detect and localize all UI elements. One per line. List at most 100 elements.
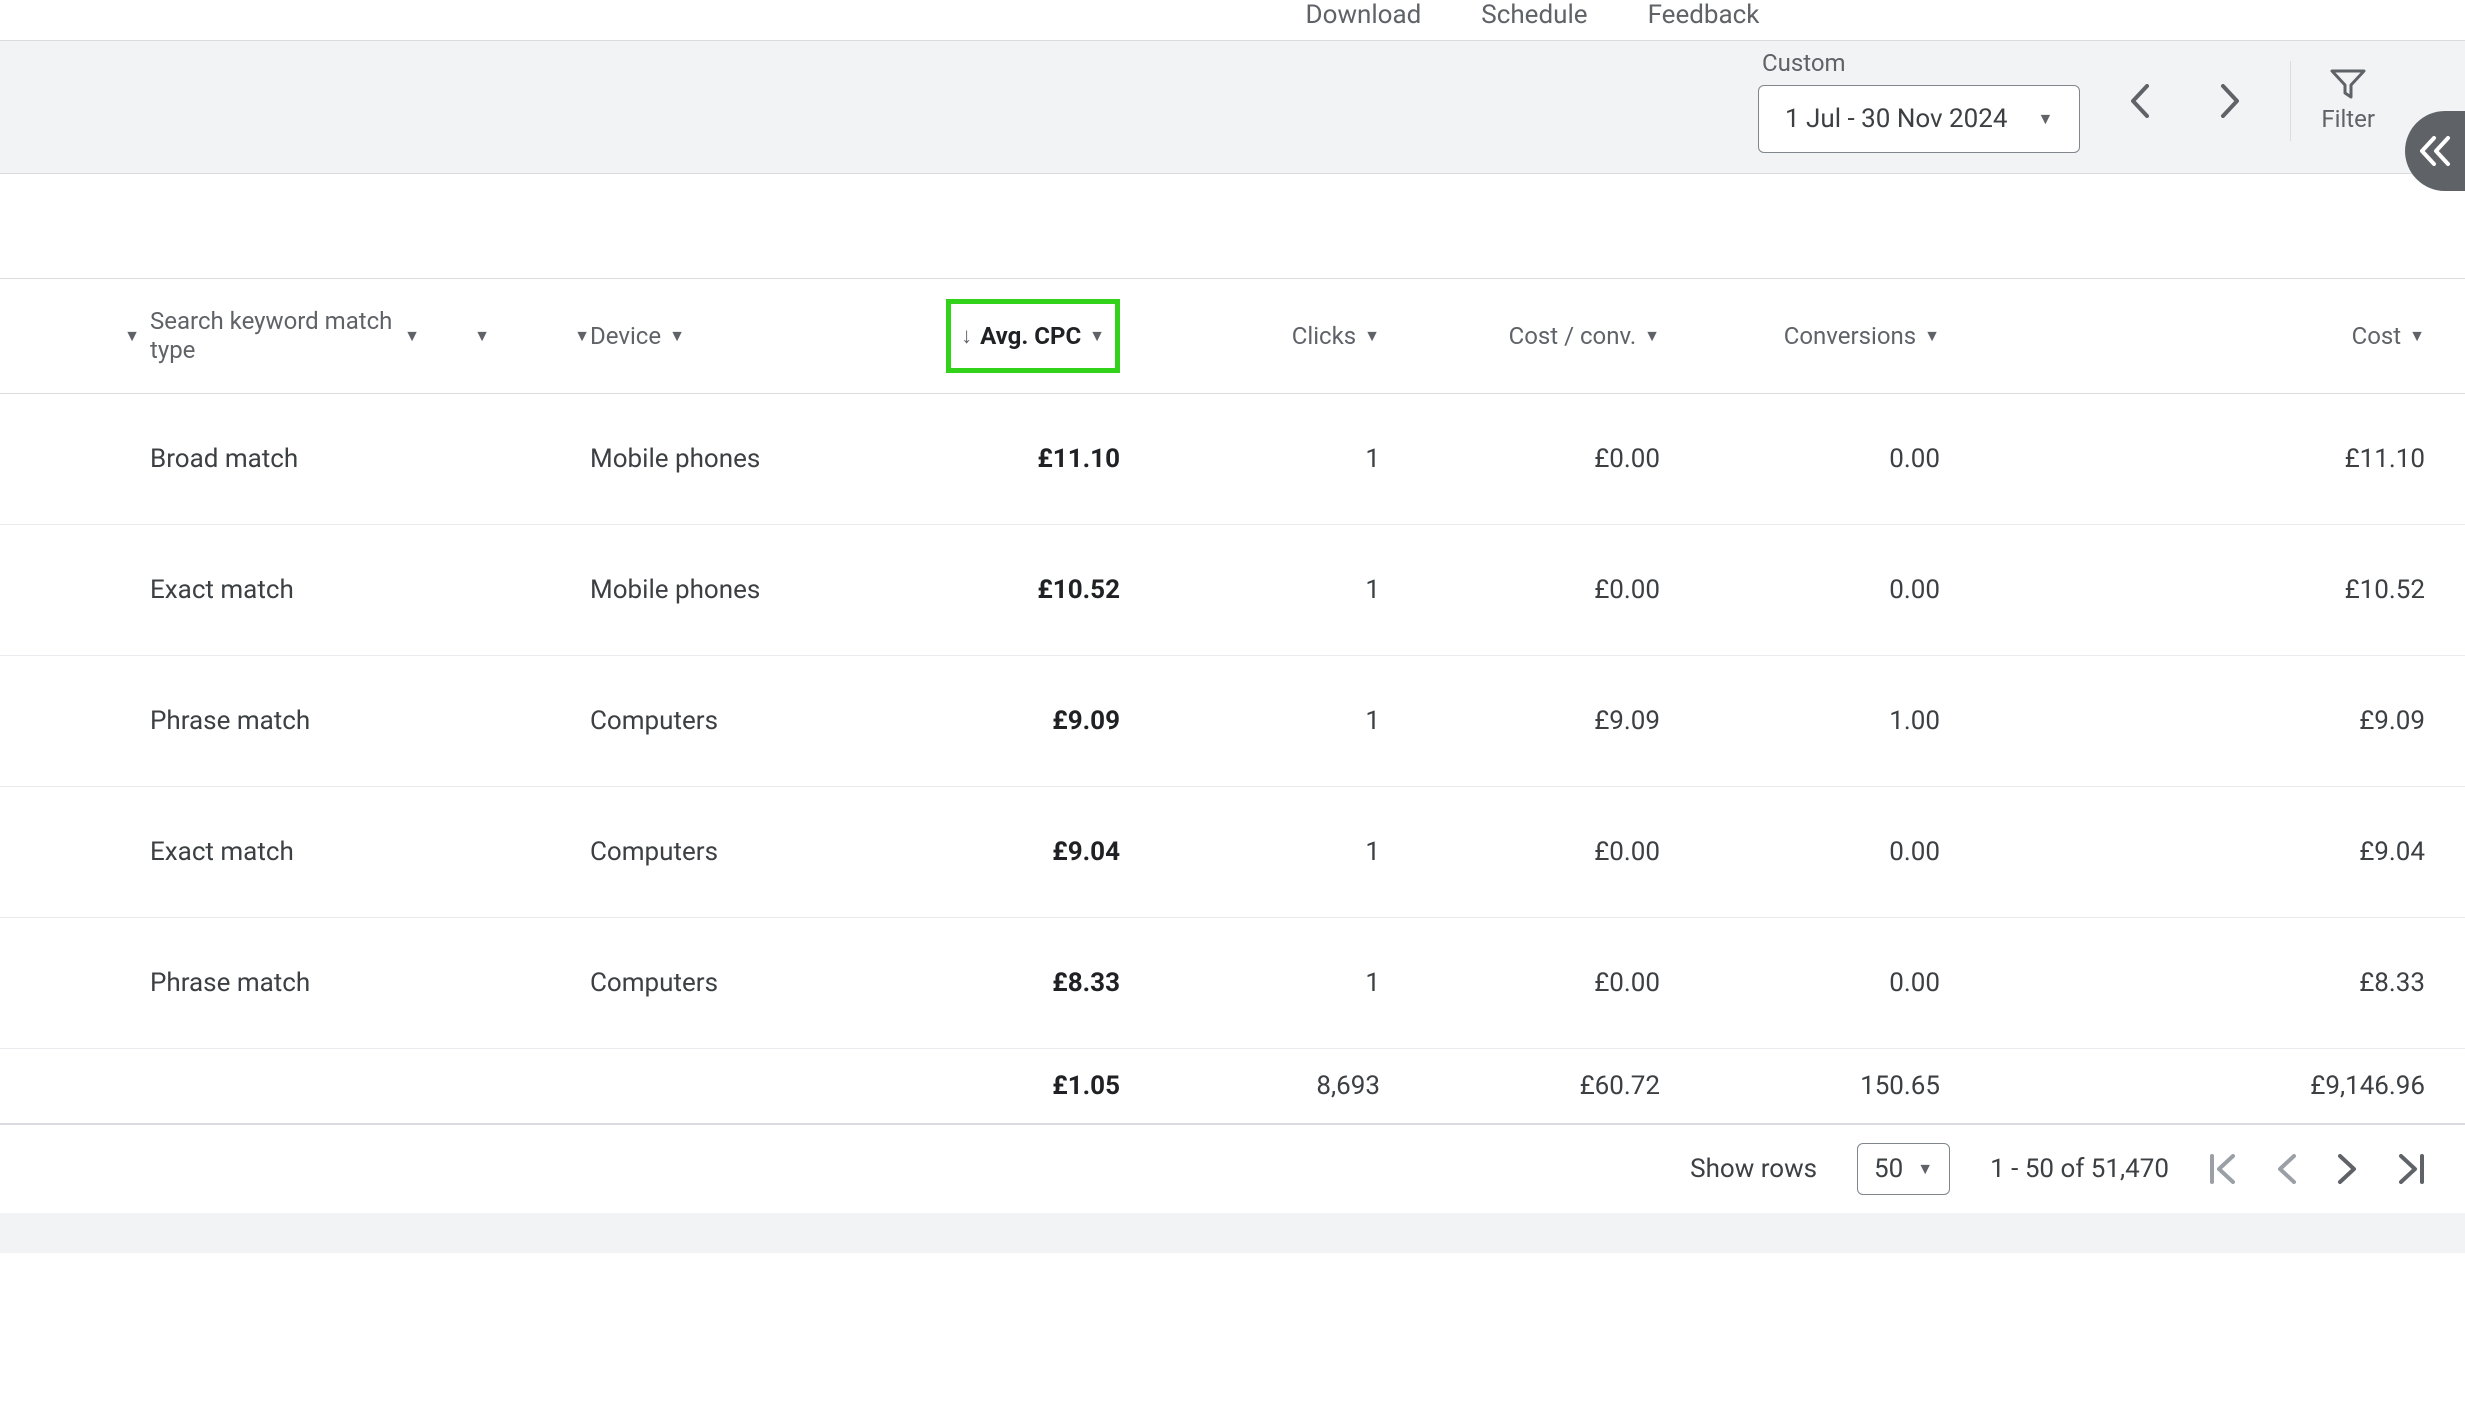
column-conversions-label: Conversions xyxy=(1784,322,1916,350)
chevron-down-icon: ▼ xyxy=(1364,326,1380,346)
sort-descending-icon: ↓ xyxy=(961,323,972,349)
cell-conversions: 0.00 xyxy=(1660,968,1940,998)
cell-device: Mobile phones xyxy=(590,444,870,474)
cell-conversions: 0.00 xyxy=(1660,837,1940,867)
chevron-right-icon xyxy=(2220,84,2240,118)
chevron-down-icon: ▼ xyxy=(1917,1159,1933,1179)
column-cost[interactable]: Cost ▼ xyxy=(2145,322,2425,350)
column-cost-label: Cost xyxy=(2352,322,2402,350)
chevron-down-icon: ▼ xyxy=(404,326,420,346)
chevron-down-icon: ▼ xyxy=(1924,326,1940,346)
cell-device: Computers xyxy=(590,968,870,998)
total-avg-cpc: £1.05 xyxy=(870,1071,1120,1101)
cell-conversions: 1.00 xyxy=(1660,706,1940,736)
cell-cost: £9.09 xyxy=(2145,706,2425,736)
total-cost-conv: £60.72 xyxy=(1380,1071,1660,1101)
column-avg-cpc[interactable]: ↓ Avg. CPC ▼ xyxy=(946,299,1120,373)
date-prev-button[interactable] xyxy=(2110,71,2170,131)
cell-cost-conv: £9.09 xyxy=(1380,706,1660,736)
first-page-icon xyxy=(2209,1154,2237,1184)
cell-conversions: 0.00 xyxy=(1660,575,1940,605)
column-clicks[interactable]: Clicks ▼ xyxy=(1120,322,1380,350)
divider xyxy=(2290,61,2291,141)
cell-match-type: Phrase match xyxy=(140,706,420,736)
show-rows-label: Show rows xyxy=(1690,1154,1817,1184)
cell-device: Computers xyxy=(590,706,870,736)
cell-clicks: 1 xyxy=(1120,444,1380,474)
cell-match-type: Broad match xyxy=(140,444,420,474)
cell-clicks: 1 xyxy=(1120,575,1380,605)
column-match-type[interactable]: Search keyword match type ▼ xyxy=(140,307,420,365)
chevron-left-icon xyxy=(2130,84,2150,118)
column-clicks-label: Clicks xyxy=(1292,322,1356,350)
cell-cost-conv: £0.00 xyxy=(1380,968,1660,998)
chevron-down-icon[interactable]: ▼ xyxy=(574,326,590,346)
cell-avg-cpc: £8.33 xyxy=(870,968,1120,998)
date-range-picker[interactable]: 1 Jul - 30 Nov 2024 ▼ xyxy=(1758,85,2080,153)
table-row[interactable]: Broad matchMobile phones£11.101£0.000.00… xyxy=(0,394,2465,525)
column-cost-conv-label: Cost / conv. xyxy=(1509,322,1637,350)
cell-cost: £9.04 xyxy=(2145,837,2425,867)
cell-cost: £8.33 xyxy=(2145,968,2425,998)
table-row[interactable]: Phrase matchComputers£8.331£0.000.00£8.3… xyxy=(0,918,2465,1049)
totals-row: £1.05 8,693 £60.72 150.65 £9,146.96 xyxy=(0,1049,2465,1124)
chevron-right-icon xyxy=(2337,1154,2357,1184)
filter-button[interactable]: Filter xyxy=(2321,69,2375,133)
cell-match-type: Exact match xyxy=(140,575,420,605)
chevron-down-icon: ▼ xyxy=(1644,326,1660,346)
table-row[interactable]: Exact matchMobile phones£10.521£0.000.00… xyxy=(0,525,2465,656)
chevron-down-icon[interactable]: ▼ xyxy=(124,326,140,346)
filter-icon xyxy=(2330,69,2366,99)
tab-download[interactable]: Download xyxy=(1306,0,1422,30)
column-avg-cpc-label: Avg. CPC xyxy=(980,322,1081,350)
prev-page-button[interactable] xyxy=(2277,1154,2297,1184)
chevron-left-icon xyxy=(2277,1154,2297,1184)
rows-per-page-select[interactable]: 50 ▼ xyxy=(1857,1143,1950,1195)
date-next-button[interactable] xyxy=(2200,71,2260,131)
column-match-type-label: Search keyword match type xyxy=(150,307,396,365)
table-row[interactable]: Exact matchComputers£9.041£0.000.00£9.04 xyxy=(0,787,2465,918)
rows-per-page-value: 50 xyxy=(1874,1154,1903,1184)
date-range-type-label: Custom xyxy=(1758,49,2080,77)
column-device[interactable]: Device ▼ xyxy=(590,322,870,350)
total-conversions: 150.65 xyxy=(1660,1071,1940,1101)
cell-cost-conv: £0.00 xyxy=(1380,837,1660,867)
table-row[interactable]: Phrase matchComputers£9.091£9.091.00£9.0… xyxy=(0,656,2465,787)
date-range-text: 1 Jul - 30 Nov 2024 xyxy=(1785,104,2008,134)
page-range-text: 1 - 50 of 51,470 xyxy=(1990,1154,2169,1184)
cell-device: Computers xyxy=(590,837,870,867)
tab-schedule[interactable]: Schedule xyxy=(1481,0,1587,30)
chevron-down-icon: ▼ xyxy=(1089,326,1105,346)
cell-avg-cpc: £10.52 xyxy=(870,575,1120,605)
cell-cost: £10.52 xyxy=(2145,575,2425,605)
tab-feedback[interactable]: Feedback xyxy=(1648,0,1760,30)
total-clicks: 8,693 xyxy=(1120,1071,1380,1101)
column-cost-conv[interactable]: Cost / conv. ▼ xyxy=(1380,322,1660,350)
footer-area xyxy=(0,1213,2465,1253)
cell-clicks: 1 xyxy=(1120,837,1380,867)
last-page-button[interactable] xyxy=(2397,1154,2425,1184)
column-device-label: Device xyxy=(590,322,661,350)
cell-cost: £11.10 xyxy=(2145,444,2425,474)
last-page-icon xyxy=(2397,1154,2425,1184)
cell-avg-cpc: £11.10 xyxy=(870,444,1120,474)
cell-clicks: 1 xyxy=(1120,706,1380,736)
chevron-double-left-icon xyxy=(2418,136,2452,166)
cell-avg-cpc: £9.09 xyxy=(870,706,1120,736)
table-header: ▼ Search keyword match type ▼ ▼ ▼ Device… xyxy=(0,279,2465,394)
next-page-button[interactable] xyxy=(2337,1154,2357,1184)
filter-label: Filter xyxy=(2321,105,2375,133)
column-conversions[interactable]: Conversions ▼ xyxy=(1660,322,1940,350)
chevron-down-icon: ▼ xyxy=(2038,109,2054,129)
chevron-down-icon: ▼ xyxy=(2409,326,2425,346)
cell-conversions: 0.00 xyxy=(1660,444,1940,474)
chevron-down-icon: ▼ xyxy=(669,326,685,346)
chevron-down-icon[interactable]: ▼ xyxy=(474,326,490,346)
cell-cost-conv: £0.00 xyxy=(1380,444,1660,474)
cell-cost-conv: £0.00 xyxy=(1380,575,1660,605)
cell-match-type: Phrase match xyxy=(140,968,420,998)
cell-avg-cpc: £9.04 xyxy=(870,837,1120,867)
cell-clicks: 1 xyxy=(1120,968,1380,998)
chart-placeholder xyxy=(0,174,2465,279)
first-page-button[interactable] xyxy=(2209,1154,2237,1184)
